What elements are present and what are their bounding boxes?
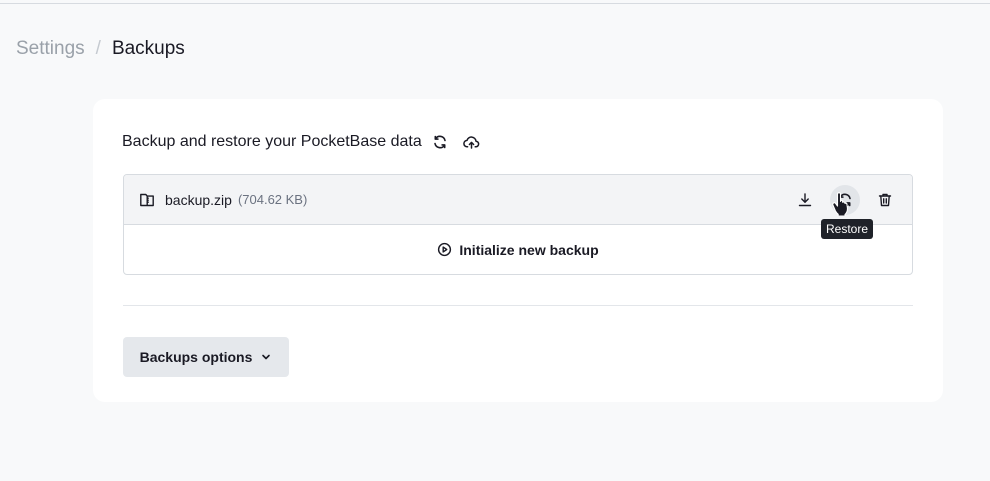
refresh-icon [433, 135, 446, 149]
delete-backup-button[interactable] [870, 185, 900, 215]
backup-item: backup.zip (704.62 KB) [124, 175, 912, 225]
backups-options-label: Backups options [139, 349, 253, 365]
breadcrumb: Settings / Backups [16, 37, 185, 61]
download-backup-button[interactable] [790, 185, 820, 215]
initialize-backup-button[interactable]: Initialize new backup [124, 225, 912, 274]
panel-header: Backup and restore your PocketBase data [122, 128, 486, 156]
divider [123, 305, 913, 306]
backups-panel: Backup and restore your PocketBase data [93, 99, 943, 402]
trash-icon [878, 193, 892, 207]
refresh-button[interactable] [426, 128, 454, 156]
restore-tooltip: Restore [821, 219, 874, 239]
breadcrumb-separator: / [95, 38, 101, 59]
play-circle-icon [438, 242, 452, 257]
backups-options-button[interactable]: Backups options [123, 337, 289, 377]
download-icon [798, 193, 812, 207]
breadcrumb-settings[interactable]: Settings [16, 37, 85, 61]
chevron-down-icon [262, 354, 271, 360]
backup-file-size: (704.62 KB) [237, 192, 308, 207]
upload-backup-button[interactable] [458, 128, 486, 156]
panel-heading: Backup and restore your PocketBase data [122, 133, 422, 150]
backup-list: backup.zip (704.62 KB) Initialize new ba… [123, 174, 913, 275]
initialize-backup-label: Initialize new backup [459, 241, 599, 258]
backup-file-name: backup.zip [165, 191, 232, 208]
top-bar [0, 0, 990, 4]
hand-cursor-icon [831, 192, 851, 217]
cloud-upload-icon [463, 136, 480, 149]
zip-file-icon [139, 192, 155, 208]
page-title: Backups [111, 38, 185, 59]
